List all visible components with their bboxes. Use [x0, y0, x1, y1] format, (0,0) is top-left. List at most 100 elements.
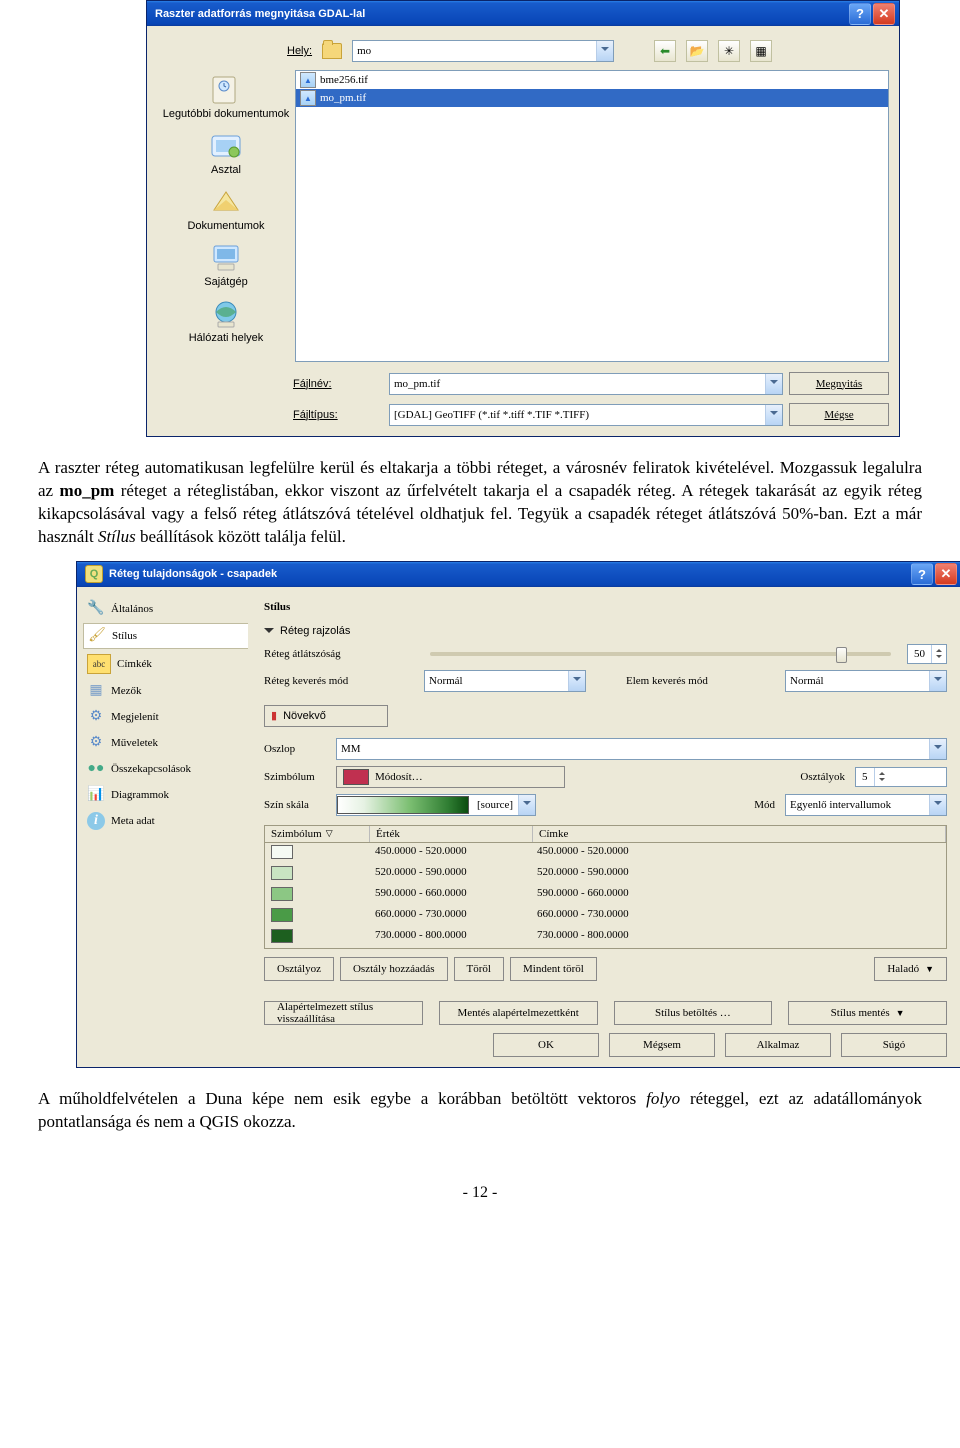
back-icon[interactable]: ⬅: [654, 40, 676, 62]
help-button[interactable]: ?: [911, 563, 933, 585]
file-list[interactable]: ▲bme256.tif▲mo_pm.tif: [295, 70, 889, 362]
column-label: Oszlop: [264, 743, 326, 755]
sidebar-desktop[interactable]: Asztal: [159, 126, 293, 178]
filename-combo[interactable]: mo_pm.tif: [389, 373, 783, 395]
new-folder-icon[interactable]: ✳: [718, 40, 740, 62]
classify-button[interactable]: Osztályoz: [264, 957, 334, 981]
dialog-title: Réteg tulajdonságok - csapadek: [109, 568, 277, 580]
chevron-down-icon[interactable]: [765, 405, 782, 425]
blend-layer-combo[interactable]: Normál: [424, 670, 586, 692]
open-button[interactable]: Megnyitás: [789, 372, 889, 395]
color-swatch: [271, 929, 293, 943]
advanced-button[interactable]: Haladó▼: [874, 957, 947, 981]
nav-style[interactable]: 🖌Stílus: [83, 623, 248, 649]
cancel-button[interactable]: Mégse: [789, 403, 889, 426]
classes-table: Szimbólum▽ Érték Címke 450.0000 - 520.00…: [264, 825, 947, 949]
nav-fields[interactable]: ▦Mezők: [83, 679, 248, 703]
filename-label: Fájlnév:: [293, 378, 383, 390]
mode-label: Mód: [754, 799, 775, 811]
nav-display[interactable]: ⚙Megjelenít: [83, 705, 248, 729]
delete-all-button[interactable]: Mindent töröl: [510, 957, 597, 981]
folder-icon: [322, 43, 342, 59]
symbol-modify-button[interactable]: Módosít…: [336, 766, 565, 788]
titlebar: Raszter adatforrás megnyitása GDAL-lal ?…: [147, 1, 899, 26]
drawing-group[interactable]: Réteg rajzolás: [264, 621, 947, 641]
places-sidebar: Legutóbbi dokumentumok Asztal Dokumentum…: [157, 70, 295, 362]
layer-properties-dialog: Q Réteg tulajdonságok - csapadek ? ✕ 🔧Ál…: [76, 561, 960, 1068]
nav-diagrams[interactable]: 📊Diagrammok: [83, 783, 248, 807]
color-ramp-preview: [337, 796, 469, 814]
help-button[interactable]: ?: [849, 3, 871, 25]
chevron-down-icon[interactable]: [596, 41, 613, 61]
table-header-value[interactable]: Érték: [370, 826, 533, 842]
ok-button[interactable]: OK: [493, 1033, 599, 1057]
nav-labels[interactable]: abcCímkék: [83, 651, 248, 677]
help-button[interactable]: Súgó: [841, 1033, 947, 1057]
qgis-icon: Q: [85, 565, 103, 583]
add-class-button[interactable]: Osztály hozzáadás: [340, 957, 448, 981]
apply-button[interactable]: Alkalmaz: [725, 1033, 831, 1057]
table-header-label[interactable]: Címke: [533, 826, 946, 842]
page-number: - 12 -: [38, 1184, 922, 1202]
table-row[interactable]: 590.0000 - 660.0000590.0000 - 660.0000: [265, 885, 946, 906]
up-folder-icon[interactable]: 📂: [686, 40, 708, 62]
filetype-label: Fájltípus:: [293, 409, 383, 421]
color-ramp-label: Szín skála: [264, 799, 326, 811]
table-row[interactable]: 520.0000 - 590.0000520.0000 - 590.0000: [265, 864, 946, 885]
classes-spin[interactable]: 5: [855, 767, 947, 787]
color-swatch: [271, 908, 293, 922]
file-item[interactable]: ▲mo_pm.tif: [296, 89, 888, 107]
table-row[interactable]: 730.0000 - 800.0000730.0000 - 800.0000: [265, 927, 946, 948]
close-button[interactable]: ✕: [935, 563, 957, 585]
color-swatch: [271, 887, 293, 901]
transparency-label: Réteg átlátszóság: [264, 648, 414, 660]
restore-default-button[interactable]: Alapértelmezett stílus visszaállítása: [264, 1001, 423, 1025]
delete-button[interactable]: Töröl: [454, 957, 504, 981]
table-row[interactable]: 660.0000 - 730.0000660.0000 - 730.0000: [265, 906, 946, 927]
filetype-combo[interactable]: [GDAL] GeoTIFF (*.tif *.tiff *.TIF *.TIF…: [389, 404, 783, 426]
properties-nav: 🔧Általános 🖌Stílus abcCímkék ▦Mezők ⚙Meg…: [77, 587, 254, 1067]
properties-main: Stílus Réteg rajzolás Réteg átlátszóság …: [254, 587, 960, 1067]
transparency-spin[interactable]: 50: [907, 644, 947, 664]
nav-joins[interactable]: ●●Összekapcsolások: [83, 757, 248, 781]
image-file-icon: ▲: [300, 90, 316, 106]
table-row[interactable]: 450.0000 - 520.0000450.0000 - 520.0000: [265, 843, 946, 864]
chevron-down-icon[interactable]: [929, 795, 946, 815]
chevron-down-icon[interactable]: [765, 374, 782, 394]
slider-thumb[interactable]: [836, 647, 847, 663]
sidebar-documents[interactable]: Dokumentumok: [159, 182, 293, 234]
renderer-type-combo[interactable]: ▮Növekvő: [264, 705, 388, 727]
save-style-button[interactable]: Stílus mentés▼: [788, 1001, 947, 1025]
column-combo[interactable]: MM: [336, 738, 947, 760]
blend-layer-label: Réteg keverés mód: [264, 675, 414, 687]
nav-general[interactable]: 🔧Általános: [83, 597, 248, 621]
sidebar-mycomputer[interactable]: Sajátgép: [159, 238, 293, 290]
open-raster-dialog: Raszter adatforrás megnyitása GDAL-lal ?…: [146, 0, 900, 437]
chevron-down-icon[interactable]: [518, 795, 535, 815]
sidebar-recent[interactable]: Legutóbbi dokumentumok: [159, 70, 293, 122]
chevron-down-icon[interactable]: [929, 739, 946, 759]
nav-actions[interactable]: ⚙Műveletek: [83, 731, 248, 755]
sidebar-network[interactable]: Hálózati helyek: [159, 294, 293, 346]
close-button[interactable]: ✕: [873, 3, 895, 25]
load-style-button[interactable]: Stílus betöltés …: [614, 1001, 773, 1025]
mode-combo[interactable]: Egyenlő intervallumok: [785, 794, 947, 816]
view-mode-icon[interactable]: ▦: [750, 40, 772, 62]
color-ramp-combo[interactable]: [source]: [336, 794, 536, 816]
chevron-down-icon[interactable]: [929, 671, 946, 691]
location-combo[interactable]: mo: [352, 40, 614, 62]
triangle-down-icon: [264, 628, 274, 638]
file-item[interactable]: ▲bme256.tif: [296, 71, 888, 89]
blend-feature-label: Elem keverés mód: [626, 675, 708, 687]
save-default-button[interactable]: Mentés alapértelmezettként: [439, 1001, 598, 1025]
transparency-slider[interactable]: [430, 652, 891, 656]
location-label: Hely:: [287, 45, 312, 57]
chevron-down-icon[interactable]: [568, 671, 585, 691]
blend-feature-combo[interactable]: Normál: [785, 670, 947, 692]
cancel-button[interactable]: Mégsem: [609, 1033, 715, 1057]
body-paragraph-2: A műholdfelvételen a Duna képe nem esik …: [38, 1088, 922, 1134]
table-header-symbol[interactable]: Szimbólum▽: [265, 826, 370, 842]
symbol-label: Szimbólum: [264, 771, 326, 783]
nav-metadata[interactable]: iMeta adat: [83, 809, 248, 833]
color-swatch: [271, 845, 293, 859]
